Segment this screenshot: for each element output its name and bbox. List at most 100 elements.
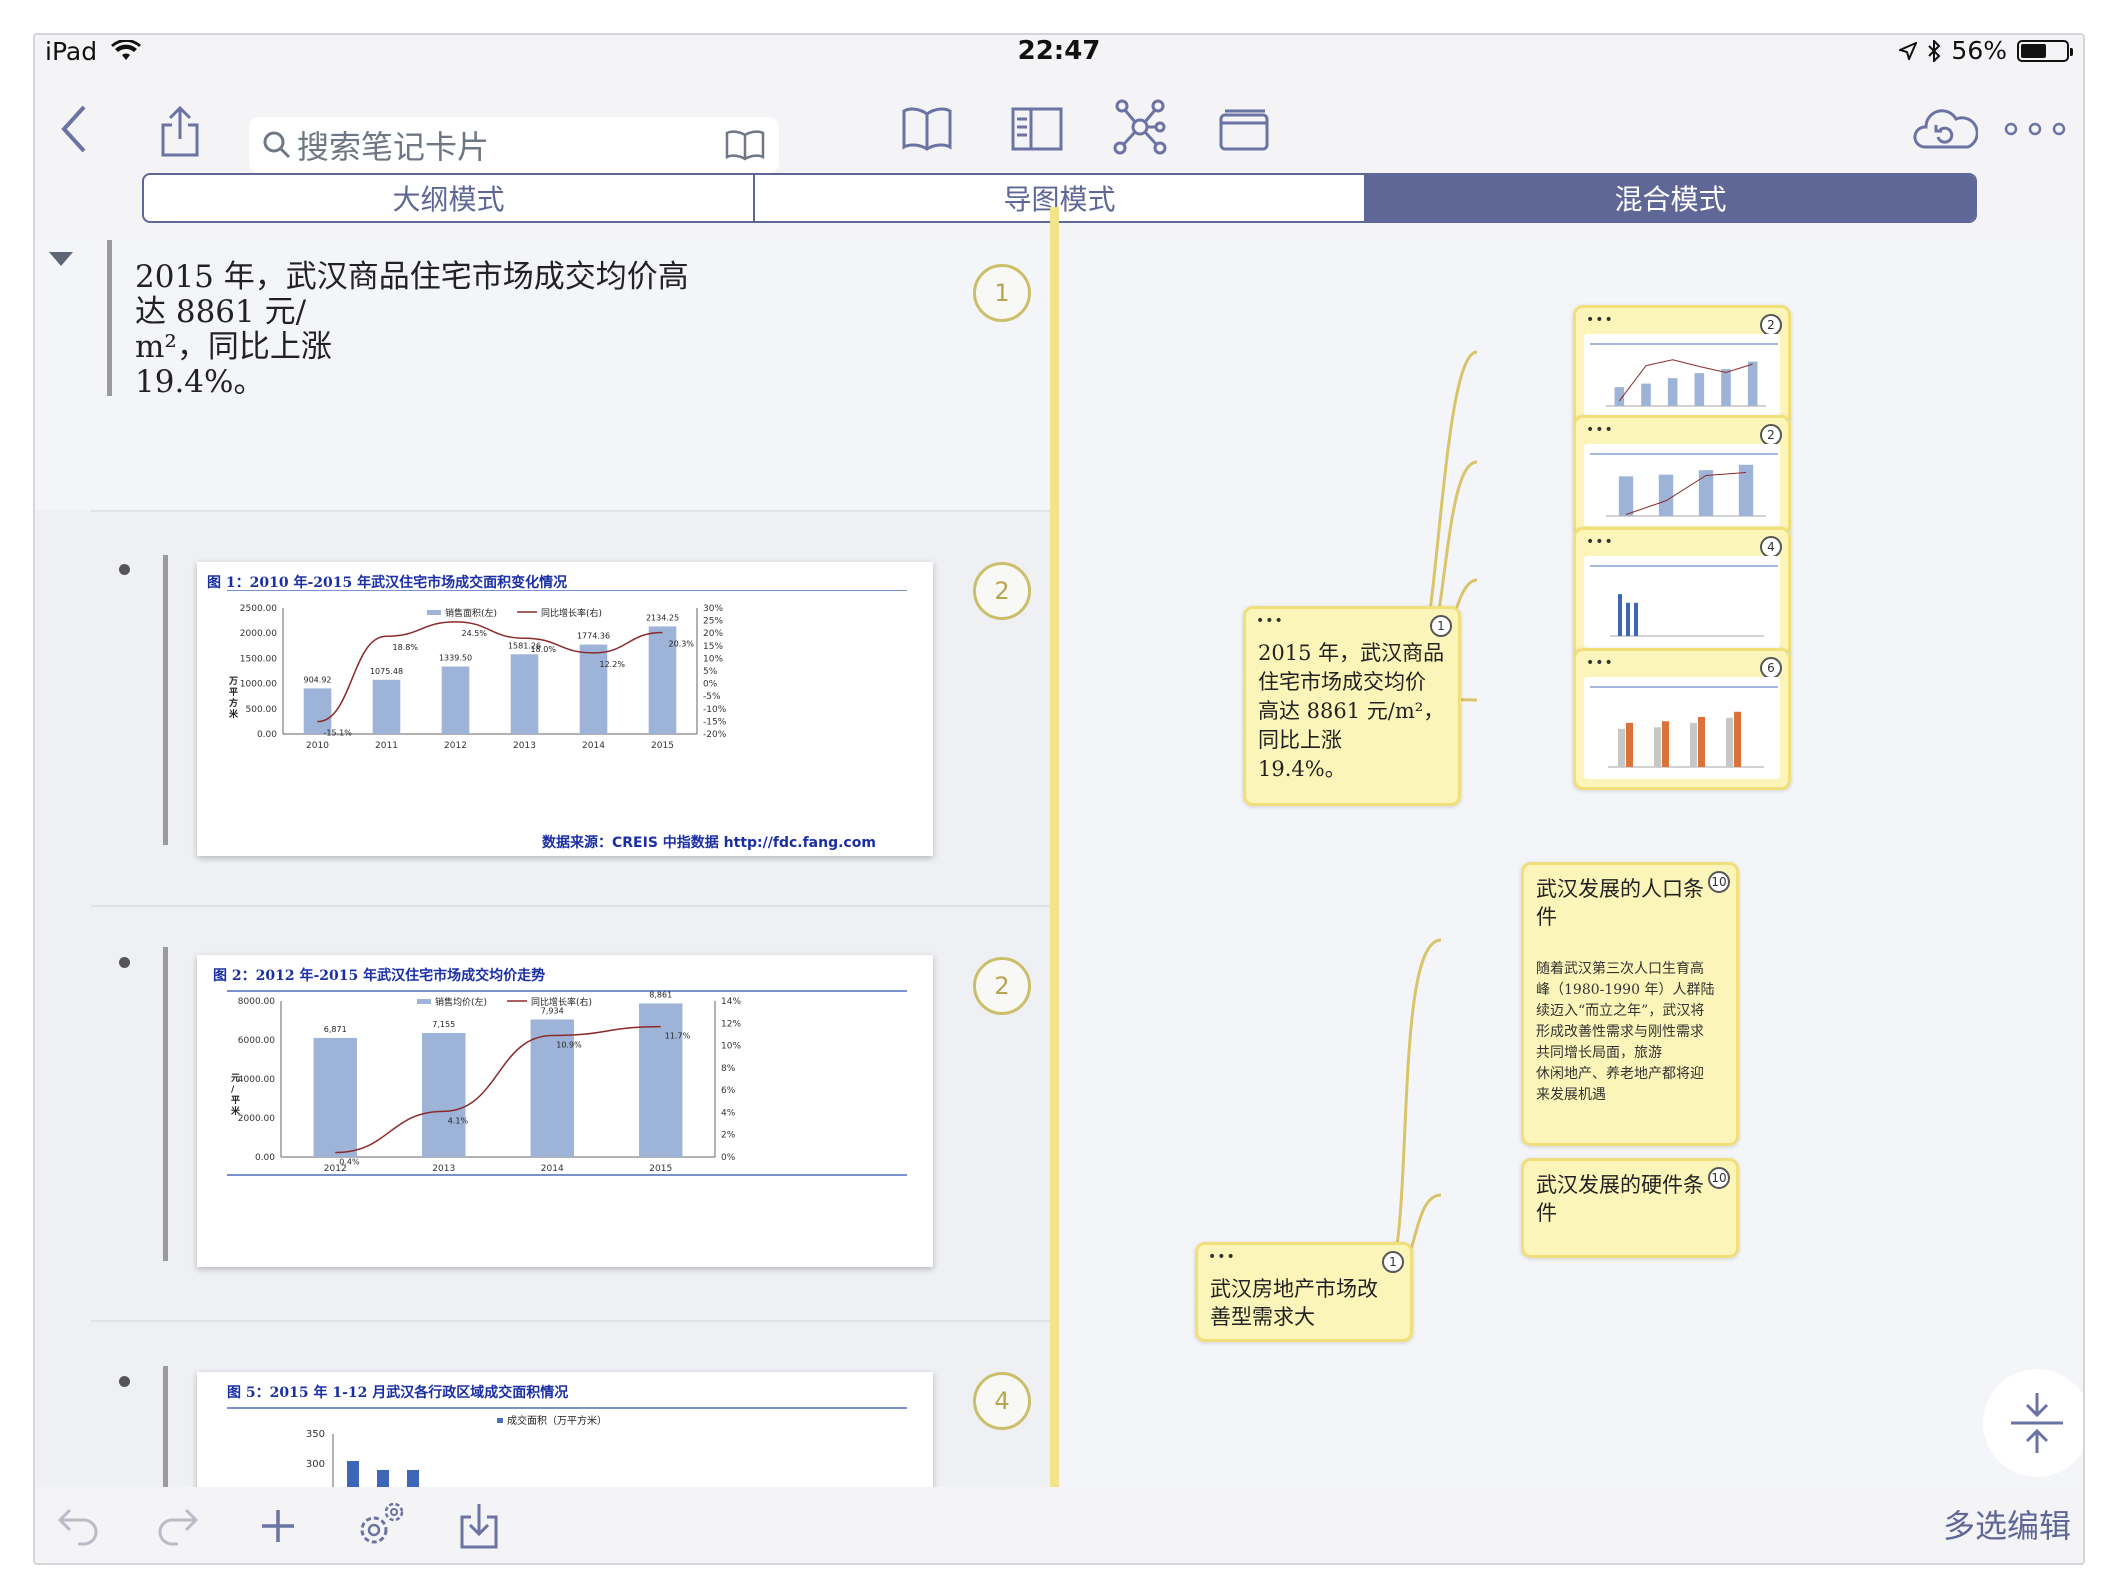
add-icon[interactable] [253,1501,303,1551]
more-icon[interactable] [2000,107,2070,151]
outline-panel: 2015 年，武汉商品住宅市场成交均价高达 8861 元/ m²，同比上涨 19… [35,240,1050,1490]
node-count-badge[interactable]: 10 [1708,1167,1730,1189]
item-count-badge[interactable]: 2 [973,957,1031,1015]
node-count-badge[interactable]: 1 [1382,1251,1404,1273]
bullet-icon [119,957,130,968]
search-icon [263,131,291,159]
cloud-sync-icon[interactable] [1910,99,1980,159]
y-tick-label: 0.00 [255,1153,275,1163]
hybrid-mode-tab[interactable]: 混合模式 [1366,175,1975,221]
outline-heading-row[interactable]: 2015 年，武汉商品住宅市场成交均价高达 8861 元/ m²，同比上涨 19… [35,240,1050,510]
line-value-label: 4.1% [448,1116,469,1125]
mindmap-chart-node-3[interactable]: ••• 4 [1573,527,1791,659]
outline-item-1[interactable]: 图 1：2010 年-2015 年武汉住宅市场成交面积变化情况 0.00 500.… [35,512,1050,905]
redo-icon[interactable] [153,1501,203,1551]
item-count-badge[interactable]: 4 [973,1372,1031,1430]
mindmap-chart-node-1[interactable]: ••• 2 [1573,305,1791,427]
settings-gear-icon[interactable] [353,1497,409,1553]
split-divider[interactable] [1050,207,1059,1525]
thumb-bar [1641,383,1651,406]
drag-handle-icon[interactable]: ••• [1586,312,1614,328]
item-bar [163,947,168,1261]
multi-select-edit-button[interactable]: 多选编辑 [1943,1501,2071,1547]
node-count-badge[interactable]: 6 [1760,657,1782,679]
y2-tick-label: 12% [721,1019,741,1029]
undo-icon[interactable] [53,1501,103,1551]
y-tick-label: 2000.00 [240,629,277,639]
status-bar: iPad 22:47 56% [35,35,2083,71]
thumb-bar [1667,378,1678,406]
mindmap-hardware-node[interactable]: 10 武汉发展的硬件条 件 [1521,1158,1739,1258]
growth-rate-line [335,1025,661,1154]
mindmap-population-node[interactable]: 10 武汉发展的人口条 件 随着武汉第三次人口生育高 峰（1980-1990 年… [1521,862,1739,1146]
battery-percent: 56% [1951,36,2007,65]
node-count-badge[interactable]: 10 [1708,871,1730,893]
population-body-line: 随着武汉第三次人口生育高 [1536,961,1704,977]
share-icon[interactable] [155,101,205,161]
search-input[interactable]: 搜索笔记卡片 [297,122,725,168]
mode-segmented-control: 大纲模式 导图模式 混合模式 [142,173,1977,223]
search-bar[interactable]: 搜索笔记卡片 [249,117,779,173]
chart-image-2[interactable]: 图 2：2012 年-2015 年武汉住宅市场成交均价走势 0.00 2000.0… [197,955,933,1267]
mindmap-realestate-node[interactable]: ••• 1 武汉房地产市场改 善型需求大 [1195,1242,1413,1342]
y-tick-label: 1000.00 [240,680,277,690]
legend-bar-swatch [497,1418,503,1423]
thumb-bar [1658,474,1674,516]
cards-icon[interactable] [1007,99,1067,159]
node-count-badge[interactable]: 2 [1760,314,1782,336]
line-value-label: 18.0% [531,645,557,654]
x-tick-label: 2010 [306,741,329,751]
drag-handle-icon[interactable]: ••• [1586,534,1614,550]
chart-thumbnail [1584,556,1780,648]
chart-image-1[interactable]: 图 1：2010 年-2015 年武汉住宅市场成交面积变化情况 0.00 500.… [197,562,933,856]
mindmap-chart-node-2[interactable]: ••• 2 [1573,415,1791,537]
node-count-badge[interactable]: 4 [1760,536,1782,558]
collapse-all-button[interactable] [1983,1369,2083,1477]
thumb-bar [1654,727,1661,767]
thumb-bar [1618,728,1625,767]
chart-bar [579,644,608,734]
outline-mode-tab[interactable]: 大纲模式 [144,175,755,221]
child-count-badge[interactable]: 1 [973,264,1031,322]
book-icon[interactable] [725,129,765,161]
y2-tick-label: 15% [703,642,723,652]
item-count-badge[interactable]: 2 [973,562,1031,620]
legend-bar-label: 销售均价(左) [435,996,487,1008]
mindmap-chart-node-4[interactable]: ••• 6 [1573,648,1791,790]
mindmap-root-node[interactable]: ••• 1 2015 年，武汉商品 住宅市场成交均价 高达 8861 元/m²，… [1243,606,1461,806]
outline-item-2[interactable]: 图 2：2012 年-2015 年武汉住宅市场成交均价走势 0.00 2000.0… [35,907,1050,1320]
y2-tick-label: 20% [703,629,723,639]
back-icon[interactable] [49,99,99,159]
bar-value-label: 8,861 [649,990,672,999]
node-count-badge[interactable]: 1 [1430,615,1452,637]
y-tick-label: 0.00 [257,730,277,740]
root-line-5: 19.4%。 [1258,757,1346,781]
drag-handle-icon[interactable]: ••• [1208,1249,1236,1265]
realestate-title-line-1: 武汉房地产市场改 [1210,1277,1378,1301]
bullet-icon [119,1376,130,1387]
node-count-badge[interactable]: 2 [1760,424,1782,446]
y-axis-label-char: 万 [228,676,238,687]
legend-line-label: 同比增长率(右) [541,607,602,619]
book-open-icon[interactable] [897,99,957,159]
root-line-3: 高达 8861 元/m²， [1258,699,1445,723]
heading-text: 2015 年，武汉商品住宅市场成交均价高达 8861 元/ m²，同比上涨 19… [135,260,695,400]
drag-handle-icon[interactable]: ••• [1586,422,1614,438]
mindmap-panel: ••• 1 2015 年，武汉商品 住宅市场成交均价 高达 8861 元/m²，… [1059,240,2083,1530]
outline-item-3[interactable]: 图 5：2015 年 1-12 月武汉各行政区域成交面积情况 成交面积（万平方米… [35,1322,1050,1490]
battery-icon [2017,39,2073,62]
chart-bar [372,679,401,734]
import-icon[interactable] [453,1499,505,1551]
window-icon[interactable] [1215,99,1275,159]
y2-tick-label: 10% [703,654,723,664]
mindmap-icon[interactable] [1110,95,1170,159]
drag-handle-icon[interactable]: ••• [1256,613,1284,629]
collapse-triangle-icon[interactable] [47,250,75,268]
mindmap-mode-tab[interactable]: 导图模式 [755,175,1366,221]
drag-handle-icon[interactable]: ••• [1586,655,1614,671]
chart-image-3[interactable]: 图 5：2015 年 1-12 月武汉各行政区域成交面积情况 成交面积（万平方米… [197,1372,933,1490]
y2-tick-label: 6% [721,1086,736,1096]
y-axis-label-char: 平 [229,687,238,698]
bar-value-label: 1075.48 [370,667,403,676]
population-body-line: 续迈入“而立之年”，武汉将 [1536,1003,1705,1019]
